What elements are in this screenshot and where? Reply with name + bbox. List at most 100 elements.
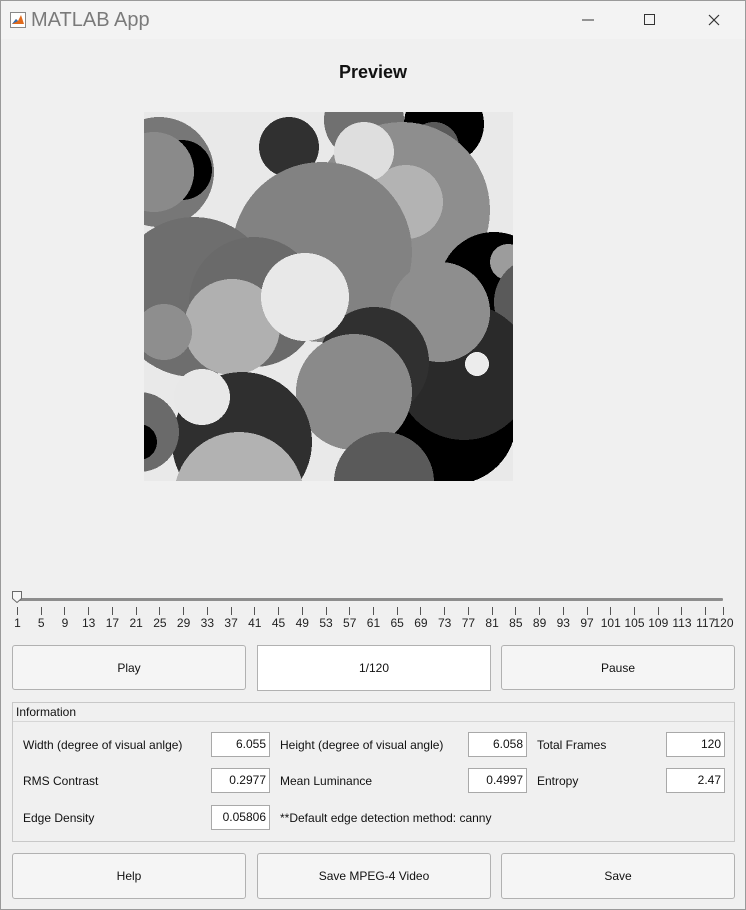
slider-tick-label: 117 (696, 616, 716, 630)
app-window: MATLAB App Preview 1 5 9 13 17 21 25 29 … (0, 0, 746, 910)
close-button[interactable] (691, 5, 737, 35)
slider-tick (515, 607, 517, 615)
slider-tick-label: 81 (485, 616, 499, 630)
frame-slider[interactable]: 1 5 9 13 17 21 25 29 33 37 41 45 49 53 57 61 65 69 73 77 81 8… (9, 589, 737, 630)
maximize-icon (644, 14, 655, 25)
help-button[interactable]: Help (12, 853, 246, 899)
mean-luminance-label: Mean Luminance (280, 774, 373, 788)
slider-tick-label: 41 (248, 616, 262, 630)
slider-tick-label: 1 (14, 616, 21, 630)
preview-image (144, 112, 513, 481)
slider-tick (657, 607, 659, 615)
slider-tick-label: 89 (532, 616, 547, 630)
pause-button[interactable]: Pause (501, 645, 735, 690)
slider-tick (562, 607, 564, 615)
slider-tick (183, 607, 185, 615)
slider-tick-label: 25 (153, 616, 167, 630)
slider-tick (278, 607, 280, 615)
slider-tick-label: 29 (176, 616, 191, 630)
slider-tick (206, 607, 208, 615)
slider-tick-label: 9 (61, 616, 69, 630)
slider-tick (467, 607, 469, 615)
height-label: Height (degree of visual angle) (280, 738, 444, 752)
slider-tick (301, 607, 303, 615)
slider-tick (491, 607, 493, 615)
save-button[interactable]: Save (501, 853, 735, 899)
slider-tick (610, 607, 612, 615)
slider-track[interactable] (17, 598, 723, 601)
height-field[interactable]: 6.058 (468, 732, 527, 757)
edge-density-field[interactable]: 0.05806 (211, 805, 270, 830)
entropy-label: Entropy (537, 774, 579, 788)
slider-tick-label: 49 (295, 616, 309, 630)
slider-tick-label: 113 (672, 616, 692, 630)
slider-tick-label: 37 (224, 616, 238, 630)
panel-title: Information (16, 705, 77, 719)
entropy-field[interactable]: 2.47 (666, 768, 725, 793)
slider-tick (64, 607, 66, 615)
slider-tick (230, 607, 232, 615)
edge-density-label: Edge Density (23, 811, 95, 825)
slider-tick-label: 109 (648, 616, 669, 630)
slider-tick (111, 607, 113, 615)
slider-tick-label: 85 (509, 616, 523, 630)
slider-tick-label: 45 (271, 616, 286, 630)
panel-divider (13, 721, 734, 722)
slider-tick-label: 21 (129, 616, 143, 630)
slider-tick (705, 607, 707, 615)
slider-tick-label: 73 (437, 616, 452, 630)
slider-tick (586, 607, 588, 615)
slider-tick-label: 93 (556, 616, 570, 630)
slider-tick (159, 607, 161, 615)
close-icon (708, 14, 720, 26)
slider-tick (681, 607, 683, 615)
slider-tick (40, 607, 42, 615)
slider-tick (325, 607, 327, 615)
slider-tick-label: 17 (105, 616, 120, 630)
slider-tick (396, 607, 398, 615)
slider-tick-label: 5 (37, 616, 45, 630)
slider-tick-label: 105 (624, 616, 645, 630)
slider-tick (444, 607, 446, 615)
mean-luminance-field[interactable]: 0.4997 (468, 768, 527, 793)
rms-contrast-field[interactable]: 0.2977 (211, 768, 270, 793)
slider-tick (420, 607, 422, 615)
edge-method-note: **Default edge detection method: canny (280, 811, 492, 825)
slider-tick-label: 57 (343, 616, 357, 630)
slider-tick (135, 607, 137, 615)
slider-tick-label: 120 (713, 616, 734, 630)
frame-counter: 1/120 (257, 645, 491, 691)
slider-tick-label: 97 (580, 616, 594, 630)
minimize-icon (582, 19, 594, 21)
save-video-button[interactable]: Save MPEG-4 Video (257, 853, 491, 899)
slider-tick (539, 607, 541, 615)
window-title: MATLAB App (31, 9, 150, 31)
matlab-icon (10, 12, 26, 28)
slider-tick (349, 607, 351, 615)
width-field[interactable]: 6.055 (211, 732, 270, 757)
information-panel: Information Width (degree of visual anlg… (12, 702, 735, 842)
slider-tick-label: 69 (414, 616, 428, 630)
slider-tick (723, 607, 724, 615)
play-button[interactable]: Play (12, 645, 246, 690)
slider-tick-label: 65 (390, 616, 404, 630)
slider-tick-label: 61 (366, 616, 381, 630)
maximize-button[interactable] (627, 5, 673, 35)
slider-tick (634, 607, 635, 615)
slider-thumb[interactable] (12, 591, 22, 603)
slider-tick-label: 13 (82, 616, 96, 630)
total-frames-label: Total Frames (537, 738, 607, 752)
slider-tick (372, 607, 374, 615)
rms-contrast-label: RMS Contrast (23, 774, 99, 788)
title-bar: MATLAB App (1, 1, 745, 39)
slider-tick (88, 607, 90, 615)
slider-tick-label: 101 (600, 616, 621, 630)
minimize-button[interactable] (565, 5, 611, 35)
slider-tick-label: 53 (319, 616, 333, 630)
preview-title: Preview (338, 62, 408, 82)
slider-tick (254, 607, 256, 615)
slider-tick (17, 607, 18, 615)
width-label: Width (degree of visual anlge) (23, 738, 183, 752)
slider-tick-label: 33 (200, 616, 215, 630)
total-frames-field[interactable]: 120 (666, 732, 725, 757)
